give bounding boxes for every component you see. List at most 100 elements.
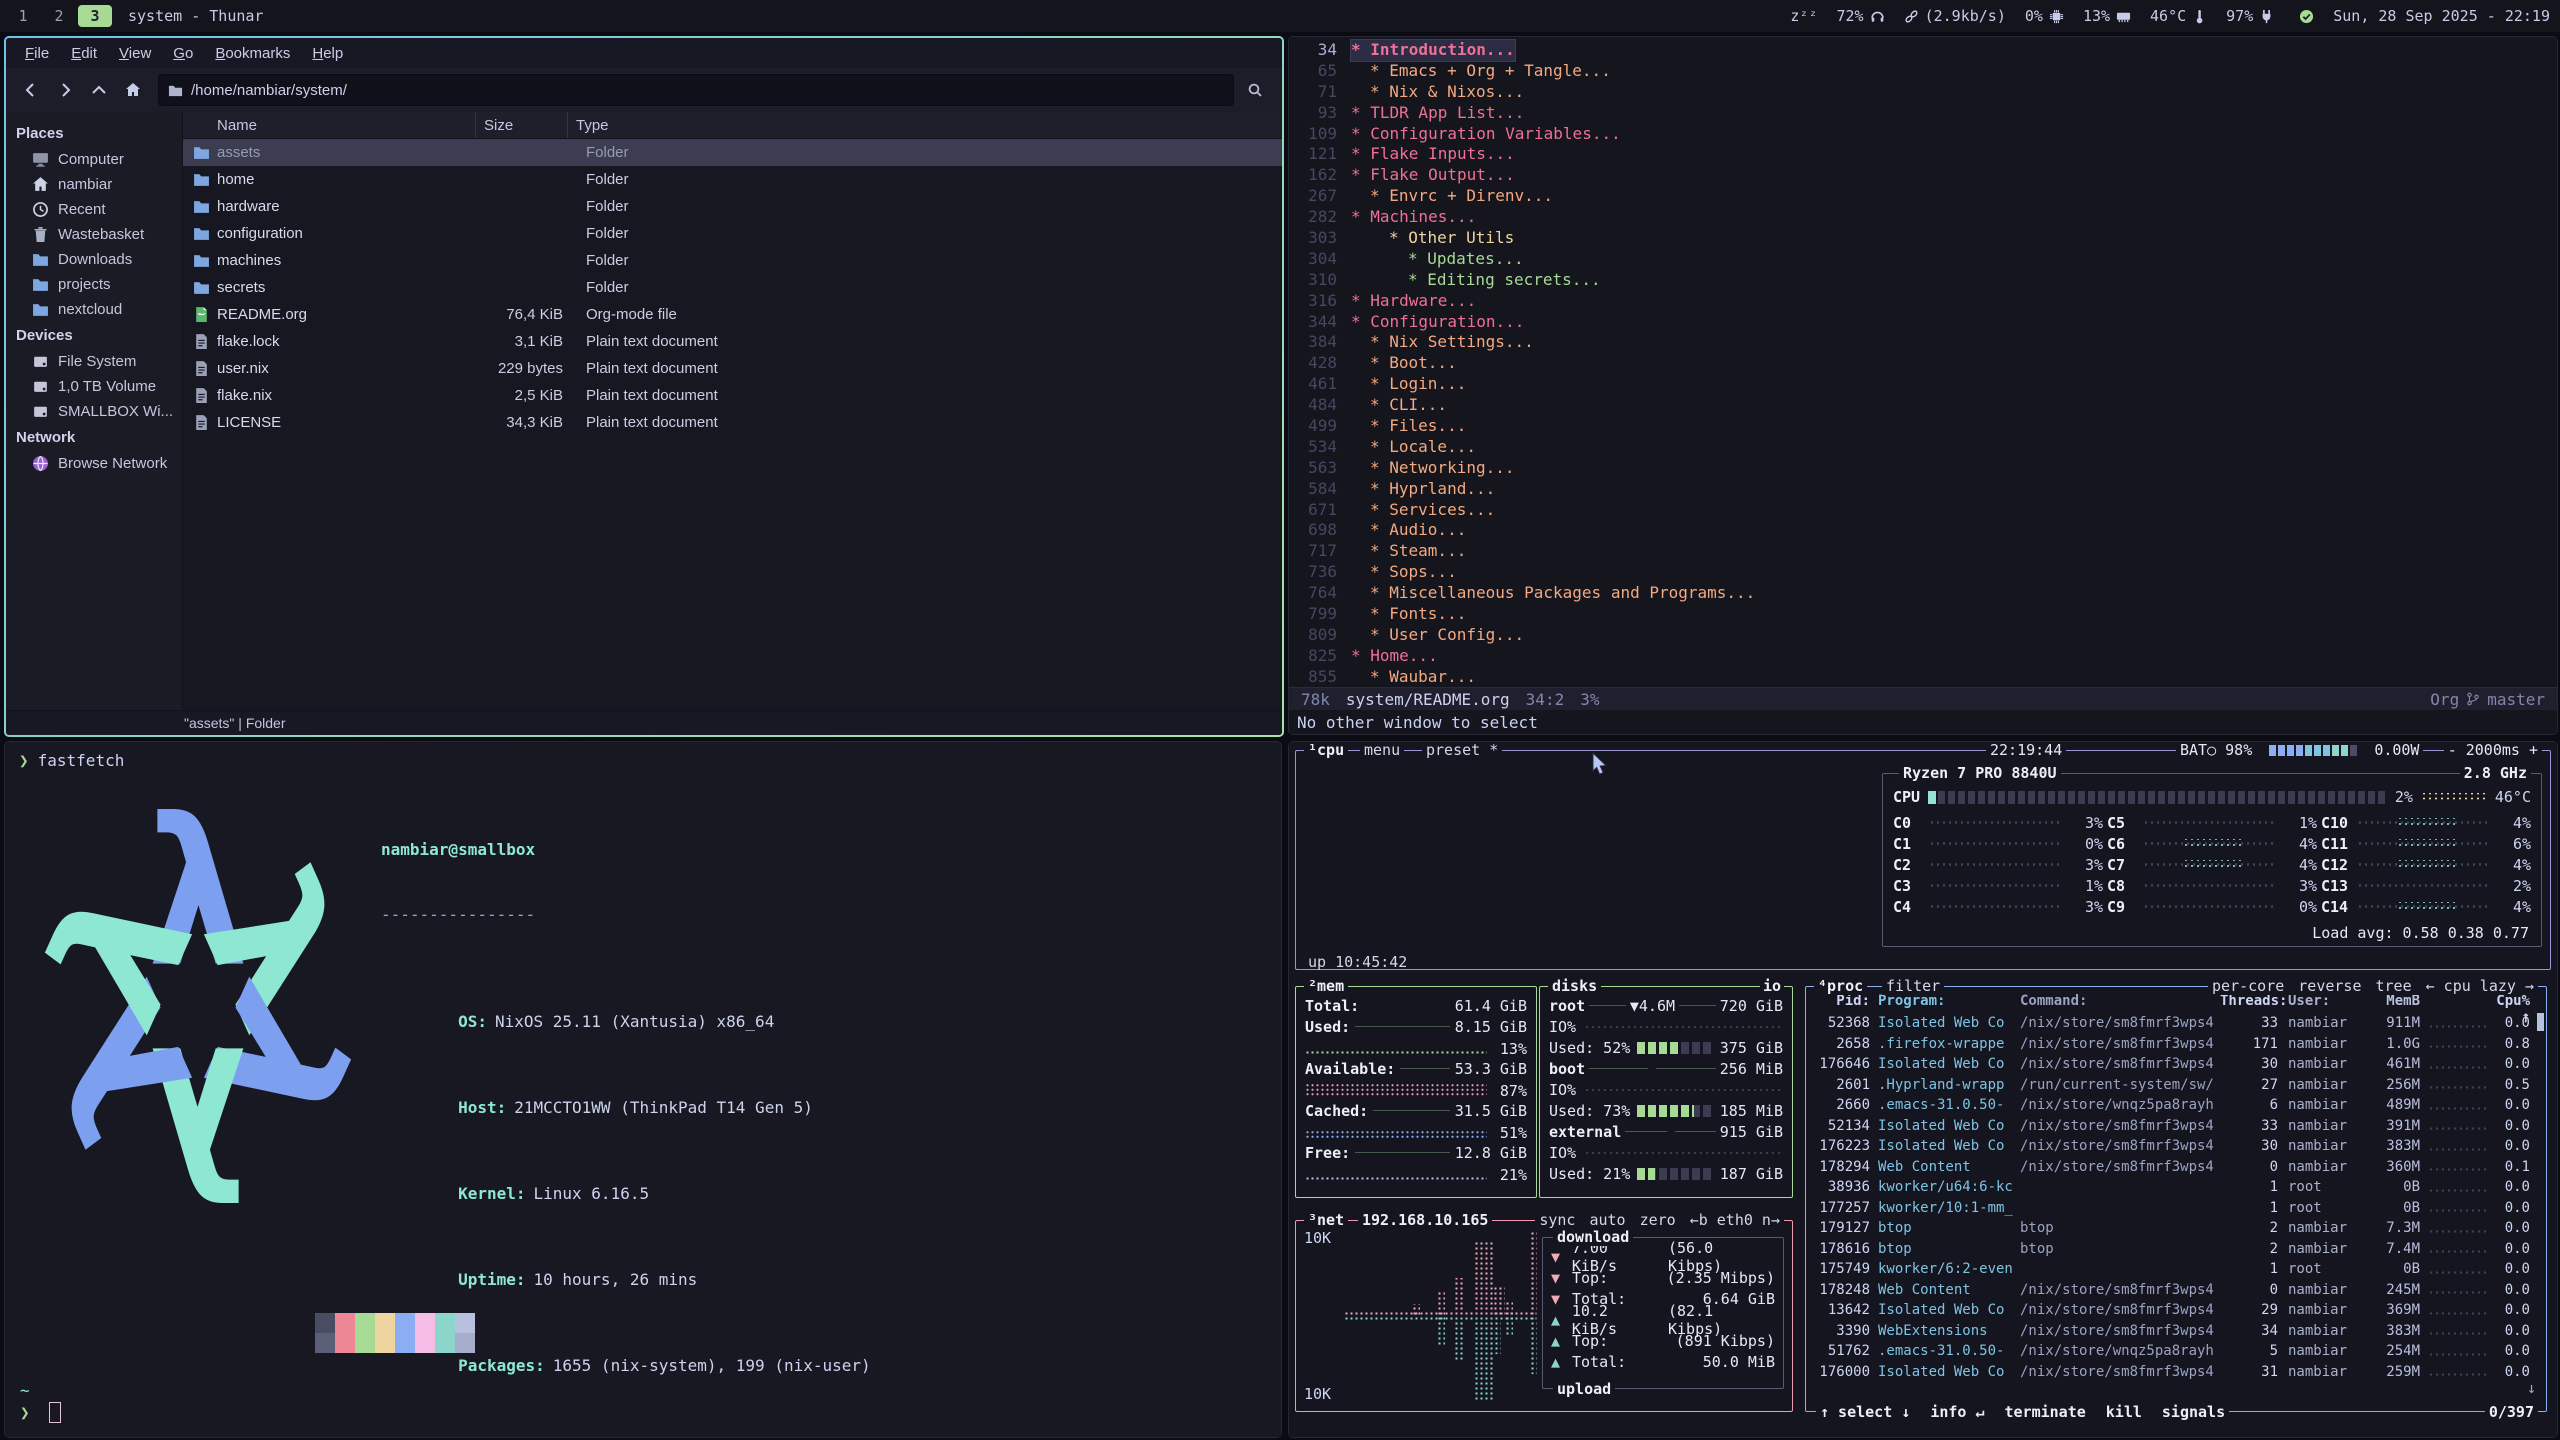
proc-footer-action[interactable]: info ↵ [1930, 1403, 1984, 1421]
org-heading-line[interactable]: 34 * Introduction... [1289, 40, 2557, 61]
col-pid[interactable]: Pid: [1812, 993, 1870, 1013]
org-heading-line[interactable]: 344 * Configuration... [1289, 312, 2557, 333]
reverse-toggle[interactable]: reverse [2298, 977, 2361, 995]
org-heading-line[interactable]: 799 * Fonts... [1289, 604, 2557, 625]
workspace-button[interactable]: 1 [6, 5, 40, 27]
menu-item[interactable]: Go [164, 42, 202, 65]
org-heading-line[interactable]: 428 * Boot... [1289, 353, 2557, 374]
org-heading-line[interactable]: 499 * Files... [1289, 416, 2557, 437]
file-row[interactable]: assets Folder [183, 139, 1282, 166]
status-module[interactable]: 72% [1837, 7, 1885, 25]
process-row[interactable]: 176000 Isolated Web Co /nix/store/sm8fmr… [1812, 1362, 2540, 1383]
process-row[interactable]: 13642 Isolated Web Co /nix/store/sm8fmrf… [1812, 1300, 2540, 1321]
org-heading-line[interactable]: 764 * Miscellaneous Packages and Program… [1289, 583, 2557, 604]
file-row[interactable]: configuration Folder [183, 220, 1282, 247]
status-module[interactable]: 46°C [2150, 7, 2207, 25]
process-row[interactable]: 51762 .emacs-31.0.50- /nix/store/wnqz5pa… [1812, 1341, 2540, 1362]
toolbar-nav-button[interactable] [16, 75, 46, 105]
sidebar-device-item[interactable]: 1,0 TB Volume [6, 374, 182, 399]
cpu-box-title[interactable]: ¹cpu [1304, 742, 1348, 759]
workspace-button[interactable]: 3 [78, 5, 112, 27]
status-module[interactable]: 13% [2083, 7, 2131, 25]
proc-footer-action[interactable]: signals [2162, 1403, 2225, 1421]
menu-item[interactable]: File [16, 42, 58, 65]
file-row[interactable]: README.org 76,4 KiB Org-mode file [183, 301, 1282, 328]
file-list-header[interactable]: Name Size Type [183, 112, 1282, 139]
sidebar-item[interactable]: projects [6, 272, 182, 297]
net-box-title[interactable]: ³net [1304, 1211, 1348, 1229]
sidebar-item[interactable]: Recent [6, 197, 182, 222]
org-heading-line[interactable]: 484 * CLI... [1289, 395, 2557, 416]
path-bar[interactable]: /home/nambiar/system/ [158, 74, 1234, 106]
column-size[interactable]: Size [475, 112, 567, 138]
status-module[interactable]: zᶻᶻ [1790, 7, 1817, 25]
status-module[interactable] [2293, 9, 2314, 24]
org-heading-line[interactable]: 717 * Steam... [1289, 541, 2557, 562]
sidebar-item[interactable]: Computer [6, 147, 182, 172]
org-heading-line[interactable]: 461 * Login... [1289, 374, 2557, 395]
org-heading-line[interactable]: 316 * Hardware... [1289, 291, 2557, 312]
workspace-button[interactable]: 2 [42, 5, 76, 27]
net-interface-switcher[interactable]: ←b eth0 n→ [1690, 1211, 1780, 1229]
org-heading-line[interactable]: 809 * User Config... [1289, 625, 2557, 646]
sidebar-item[interactable]: nambiar [6, 172, 182, 197]
org-heading-line[interactable]: 267 * Envrc + Direnv... [1289, 186, 2557, 207]
search-button[interactable] [1238, 75, 1272, 105]
proc-scrollbar-thumb[interactable] [2537, 1013, 2544, 1031]
process-row[interactable]: 176223 Isolated Web Co /nix/store/sm8fmr… [1812, 1136, 2540, 1157]
file-row[interactable]: flake.lock 3,1 KiB Plain text document [183, 328, 1282, 355]
file-row[interactable]: user.nix 229 bytes Plain text document [183, 355, 1282, 382]
per-core-toggle[interactable]: per-core [2212, 977, 2284, 995]
process-row[interactable]: 175749 kworker/6:2-even 1 root 0B 0.0 [1812, 1259, 2540, 1280]
file-row[interactable]: home Folder [183, 166, 1282, 193]
net-zero-toggle[interactable]: zero [1640, 1211, 1676, 1229]
mem-box-title[interactable]: ²mem [1304, 977, 1348, 995]
process-row[interactable]: 52134 Isolated Web Co /nix/store/sm8fmrf… [1812, 1116, 2540, 1137]
sidebar-item[interactable]: Wastebasket [6, 222, 182, 247]
sidebar-device-item[interactable]: SMALLBOX Wi... [6, 399, 182, 424]
menu-item[interactable]: Help [303, 42, 352, 65]
menu-item[interactable]: Edit [62, 42, 106, 65]
org-heading-line[interactable]: 303 * Other Utils [1289, 228, 2557, 249]
proc-footer-action[interactable]: ↑ select ↓ [1820, 1403, 1910, 1421]
file-row[interactable]: machines Folder [183, 247, 1282, 274]
org-heading-line[interactable]: 584 * Hyprland... [1289, 479, 2557, 500]
toolbar-nav-button[interactable] [118, 75, 148, 105]
process-row[interactable]: 2601 .Hyprland-wrapp /run/current-system… [1812, 1075, 2540, 1096]
file-row[interactable]: flake.nix 2,5 KiB Plain text document [183, 382, 1282, 409]
tree-toggle[interactable]: tree [2376, 977, 2412, 995]
process-table-header[interactable]: Pid: Program: Command: Threads: User: Me… [1812, 993, 2540, 1013]
emacs-buffer[interactable]: 34 * Introduction... 65 * Emacs + Org + … [1289, 37, 2557, 687]
process-row[interactable]: 177257 kworker/10:1-mm_ 1 root 0B 0.0 [1812, 1198, 2540, 1219]
sort-selector[interactable]: ← cpu lazy → [2426, 977, 2534, 995]
net-auto-toggle[interactable]: auto [1589, 1211, 1625, 1229]
org-heading-line[interactable]: 121 * Flake Inputs... [1289, 144, 2557, 165]
process-row[interactable]: 179127 btop btop 2 nambiar 7.3M 0.0 [1812, 1218, 2540, 1239]
col-memory[interactable]: MemB [2374, 993, 2420, 1013]
org-heading-line[interactable]: 162 * Flake Output... [1289, 165, 2557, 186]
org-heading-line[interactable]: 109 * Configuration Variables... [1289, 124, 2557, 145]
process-row[interactable]: 2658 .firefox-wrappe /nix/store/sm8fmrf3… [1812, 1034, 2540, 1055]
col-cpu[interactable]: Cpu% ↑ [2490, 993, 2530, 1013]
refresh-interval[interactable]: - 2000ms + [2444, 742, 2542, 759]
disks-box-title[interactable]: disks [1548, 977, 1601, 995]
file-row[interactable]: secrets Folder [183, 274, 1282, 301]
col-program[interactable]: Program: [1870, 993, 2020, 1013]
org-heading-line[interactable]: 563 * Networking... [1289, 458, 2557, 479]
status-module[interactable]: 0% [2025, 7, 2064, 25]
org-heading-line[interactable]: 825 * Home... [1289, 646, 2557, 667]
process-row[interactable]: 52368 Isolated Web Co /nix/store/sm8fmrf… [1812, 1013, 2540, 1034]
status-module[interactable]: Sun, 28 Sep 2025 - 22:19 [2333, 7, 2550, 25]
org-heading-line[interactable]: 671 * Services... [1289, 500, 2557, 521]
column-name[interactable]: Name [183, 117, 475, 134]
proc-footer-action[interactable]: terminate [2005, 1403, 2086, 1421]
shell-prompt-empty[interactable]: ❯ [20, 1402, 61, 1424]
status-module[interactable]: 97% [2226, 7, 2274, 25]
sidebar-item[interactable]: nextcloud [6, 297, 182, 322]
status-module[interactable]: (2.9kb/s) [1904, 7, 2006, 25]
menu-button[interactable]: menu [1360, 742, 1404, 759]
process-row[interactable]: 178616 btop btop 2 nambiar 7.4M 0.0 [1812, 1239, 2540, 1260]
menu-item[interactable]: View [110, 42, 160, 65]
org-heading-line[interactable]: 855 * Waubar... [1289, 667, 2557, 687]
sidebar-network-item[interactable]: Browse Network [6, 451, 182, 476]
